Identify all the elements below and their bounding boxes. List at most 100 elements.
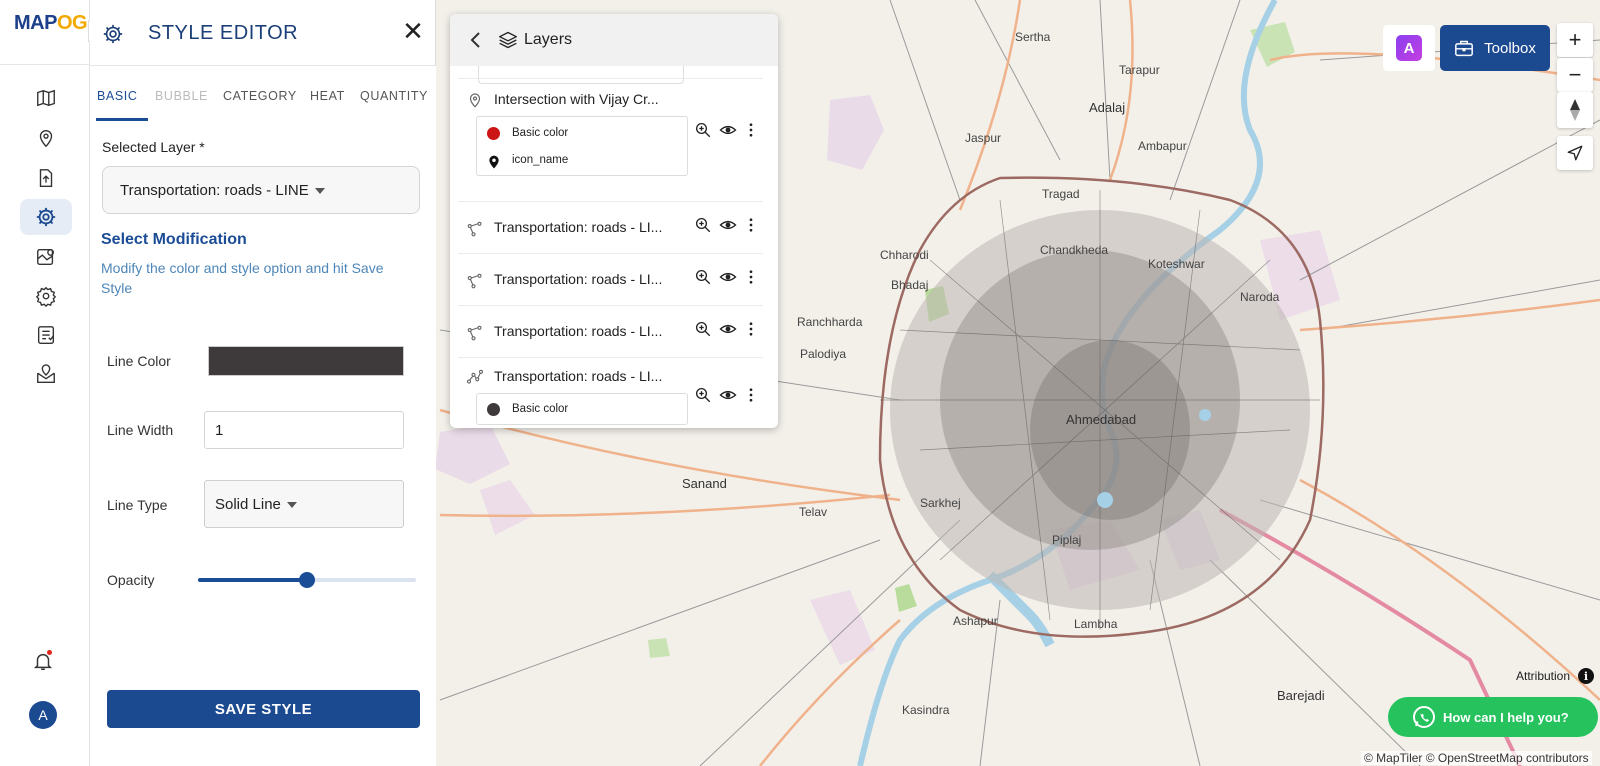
map-place-label: Sertha — [1015, 30, 1051, 44]
more-vertical-icon[interactable] — [748, 216, 754, 234]
close-icon[interactable]: ✕ — [402, 18, 424, 44]
notification-dot — [47, 650, 52, 655]
more-vertical-icon[interactable] — [748, 268, 754, 286]
layer-legend-box: Basic color icon_name — [476, 116, 688, 176]
mapog-logo[interactable]: MAPOG — [14, 12, 88, 35]
whatsapp-help-button[interactable]: How can I help you? — [1388, 697, 1598, 737]
compass-button[interactable] — [1557, 92, 1593, 128]
rail-item-upload[interactable] — [20, 160, 72, 196]
rail-item-analysis[interactable] — [20, 239, 72, 275]
ai-sparkle-icon: A — [1396, 35, 1422, 61]
line-width-input[interactable] — [204, 411, 404, 449]
layer-item[interactable]: Transportation: roads - LI... — [458, 253, 763, 305]
chevron-left-icon[interactable] — [468, 30, 484, 50]
layer-name: Transportation: roads - LI... — [494, 368, 663, 384]
layer-item[interactable]: Transportation: roads - LI... — [458, 305, 763, 357]
zoom-in-button[interactable]: + — [1557, 23, 1593, 57]
color-dot-icon — [487, 403, 500, 416]
location-pin-icon — [469, 93, 481, 108]
line-type-label: Line Type — [107, 497, 168, 513]
tab-basic[interactable]: BASIC — [97, 89, 138, 103]
zoom-to-layer-icon[interactable] — [694, 121, 712, 139]
line-nodes-icon — [467, 221, 482, 237]
zoom-out-button[interactable]: − — [1557, 58, 1593, 92]
left-nav-rail: MAPOG A — [0, 0, 90, 766]
layer-actions — [694, 386, 764, 406]
rail-item-settings[interactable] — [20, 278, 72, 314]
style-editor-header: STYLE EDITOR ✕ — [90, 0, 436, 66]
user-avatar[interactable]: A — [29, 701, 57, 729]
ai-assistant-button[interactable]: A — [1383, 25, 1435, 71]
map-place-label: Tragad — [1042, 187, 1080, 201]
layer-actions — [694, 320, 764, 340]
whatsapp-help-label: How can I help you? — [1443, 709, 1569, 725]
rail-item-location[interactable] — [20, 120, 72, 156]
map-place-label: Telav — [799, 505, 828, 519]
active-tab-indicator — [96, 118, 148, 121]
layer-name: Intersection with Vijay Cr... — [494, 91, 659, 107]
map-place-label: Bhadaj — [891, 278, 929, 292]
tab-quantity[interactable]: QUANTITY — [360, 89, 428, 103]
layer-item[interactable]: Transportation: roads - LI... Basic colo… — [458, 357, 763, 428]
opacity-slider-fill — [198, 578, 307, 582]
settings-icon — [35, 286, 57, 307]
eye-icon[interactable] — [718, 268, 738, 286]
line-nodes-icon — [467, 325, 482, 341]
layer-legend-box: Basic color — [476, 393, 688, 425]
layer-actions — [694, 216, 764, 236]
selected-layer-dropdown[interactable]: Transportation: roads - LINE — [102, 166, 420, 214]
toolbox-button[interactable]: Toolbox — [1440, 25, 1550, 71]
map-place-label: Adalaj — [1089, 100, 1126, 115]
zoom-to-layer-icon[interactable] — [694, 268, 712, 286]
line-type-value: Solid Line — [215, 496, 297, 513]
layer-item[interactable]: Intersection with Vijay Cr... Basic colo… — [458, 78, 763, 201]
eye-icon[interactable] — [718, 216, 738, 234]
layer-name: Transportation: roads - LI... — [494, 219, 663, 235]
map-place-label: Jaspur — [965, 131, 1002, 145]
more-vertical-icon[interactable] — [748, 121, 754, 139]
eye-icon[interactable] — [718, 320, 738, 338]
chevron-down-icon — [286, 502, 297, 509]
eye-icon[interactable] — [718, 386, 738, 404]
layer-actions — [694, 121, 764, 141]
line-width-label: Line Width — [107, 422, 174, 438]
eye-icon[interactable] — [718, 121, 738, 139]
rail-item-data[interactable] — [20, 357, 72, 393]
opacity-slider[interactable] — [198, 572, 416, 588]
attribution-label[interactable]: Attribution — [1516, 669, 1570, 683]
map-place-label: Tarapur — [1119, 63, 1160, 77]
tab-bubble[interactable]: BUBBLE — [155, 89, 208, 103]
info-icon[interactable]: i — [1578, 668, 1594, 684]
line-type-dropdown[interactable]: Solid Line — [204, 480, 404, 528]
upload-icon — [39, 169, 53, 187]
layer-item[interactable]: Transportation: roads - LI... — [458, 201, 763, 253]
zoom-to-layer-icon[interactable] — [694, 386, 712, 404]
line-nodes-icon — [467, 273, 482, 289]
line-color-picker[interactable] — [208, 346, 404, 376]
map-pin-icon — [489, 155, 499, 169]
opacity-slider-thumb[interactable] — [299, 572, 315, 588]
toolbox-icon — [1455, 40, 1474, 57]
zoom-to-layer-icon[interactable] — [694, 320, 712, 338]
style-editor-title: STYLE EDITOR — [148, 22, 299, 44]
rail-item-style[interactable] — [20, 199, 72, 235]
notification-bell[interactable] — [32, 650, 54, 672]
tab-category[interactable]: CATEGORY — [223, 89, 297, 103]
select-modification-desc: Modify the color and style option and hi… — [101, 260, 384, 296]
map-place-label: Ranchharda — [797, 315, 863, 329]
zoom-to-layer-icon[interactable] — [694, 216, 712, 234]
select-modification-title: Select Modification — [101, 231, 247, 248]
save-style-button[interactable]: SAVE STYLE — [107, 690, 420, 728]
map-analysis-icon — [37, 248, 55, 266]
locate-me-button[interactable] — [1557, 136, 1593, 170]
more-vertical-icon[interactable] — [748, 386, 754, 404]
rail-item-report[interactable] — [20, 317, 72, 353]
rail-divider — [0, 64, 90, 65]
layers-title: Layers — [524, 31, 573, 48]
selected-layer-value: Transportation: roads - LINE — [120, 182, 325, 199]
more-vertical-icon[interactable] — [748, 320, 754, 338]
rail-item-map[interactable] — [20, 80, 72, 116]
layers-header: Layers — [450, 14, 778, 66]
tab-heat[interactable]: HEAT — [310, 89, 345, 103]
layers-icon — [499, 31, 517, 49]
